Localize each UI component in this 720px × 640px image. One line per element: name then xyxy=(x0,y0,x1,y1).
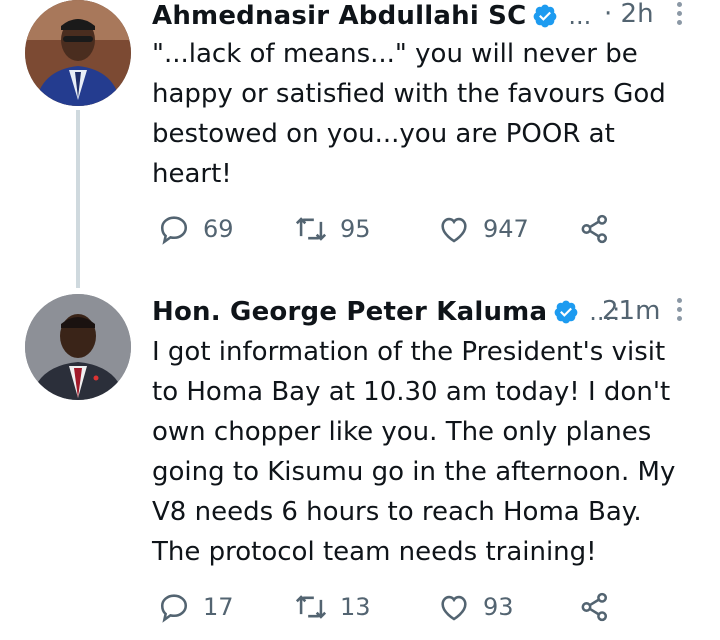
author-name[interactable]: Hon. George Peter Kaluma xyxy=(152,297,547,327)
tweet-actions: 69 95 947 xyxy=(152,212,652,248)
share-icon xyxy=(581,214,608,244)
verified-badge-icon xyxy=(534,4,557,28)
like-button[interactable]: 93 xyxy=(437,590,514,624)
share-button[interactable] xyxy=(578,590,624,624)
tweet-1[interactable]: Ahmednasir Abdullahi SC ... · 2h "...lac… xyxy=(0,0,720,290)
verified-badge-icon xyxy=(554,300,578,324)
retweet-button[interactable]: 95 xyxy=(294,212,371,246)
reply-button[interactable]: 69 xyxy=(157,212,234,246)
tweet-2[interactable]: Hon. George Peter Kaluma ...: 21m I got … xyxy=(0,292,720,640)
retweet-count: 13 xyxy=(340,593,371,621)
tweet-header: Hon. George Peter Kaluma ...: xyxy=(152,296,620,328)
timestamp[interactable]: · 2h xyxy=(604,0,654,29)
avatar[interactable] xyxy=(25,0,131,106)
tweet-text: I got information of the President's vis… xyxy=(152,337,676,567)
like-icon xyxy=(441,595,467,621)
more-icon[interactable] xyxy=(677,298,683,325)
like-count: 93 xyxy=(483,593,514,621)
reply-button[interactable]: 17 xyxy=(157,590,234,624)
reply-count: 69 xyxy=(203,215,234,243)
more-icon[interactable] xyxy=(677,2,683,29)
author-handle[interactable]: ... xyxy=(568,2,591,30)
share-icon xyxy=(581,592,608,622)
reply-icon xyxy=(160,216,188,245)
retweet-button[interactable]: 13 xyxy=(294,590,371,624)
tweet-header: Ahmednasir Abdullahi SC ... xyxy=(152,0,591,32)
share-button[interactable] xyxy=(578,212,624,246)
like-button[interactable]: 947 xyxy=(437,212,529,246)
avatar[interactable] xyxy=(25,294,131,400)
timestamp[interactable]: 21m xyxy=(602,296,660,326)
tweet-text: "...lack of means..." you will never be … xyxy=(152,39,666,189)
retweet-count: 95 xyxy=(340,215,371,243)
reply-count: 17 xyxy=(203,593,234,621)
retweet-icon xyxy=(295,595,327,619)
like-count: 947 xyxy=(483,215,529,243)
like-icon xyxy=(441,217,467,243)
author-name[interactable]: Ahmednasir Abdullahi SC xyxy=(152,1,526,31)
thread-line xyxy=(76,110,80,288)
retweet-icon xyxy=(295,217,327,241)
tweet-actions: 17 13 93 xyxy=(152,590,652,626)
reply-icon xyxy=(160,594,188,623)
